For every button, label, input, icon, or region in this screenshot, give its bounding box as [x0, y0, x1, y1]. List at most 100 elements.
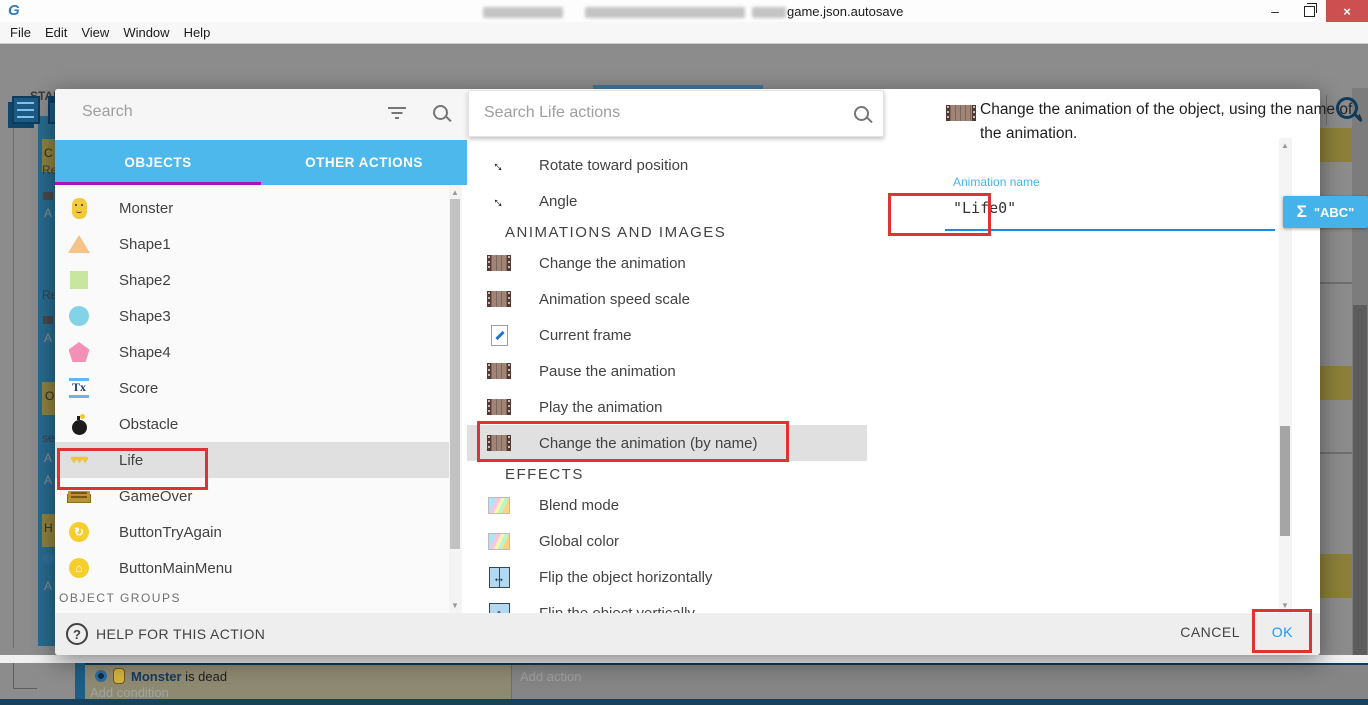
action-label: Play the animation	[539, 399, 662, 416]
event-actions-cell[interactable]: Add action	[511, 665, 1368, 699]
expression-editor-button[interactable]: Σ "ABC"	[1283, 196, 1368, 228]
event-conditions-cell[interactable]: Monster is dead Add condition	[85, 665, 511, 699]
action-icon	[487, 323, 511, 347]
film-icon	[487, 291, 511, 307]
help-for-this-action-button[interactable]: ? HELP FOR THIS ACTION	[66, 623, 265, 645]
film-icon	[487, 399, 511, 415]
object-list-item[interactable]: Shape3	[55, 298, 449, 334]
filter-icon[interactable]	[388, 107, 406, 121]
scrollbar-thumb[interactable]	[450, 199, 460, 549]
tab-other-actions[interactable]: OTHER ACTIONS	[261, 140, 467, 185]
fliph-icon: ↔	[489, 567, 510, 588]
animation-name-input[interactable]: "Life0"	[953, 199, 1016, 217]
instruction-editor-dialog: OBJECTS OTHER ACTIONS Monster Shape1 Sha…	[55, 89, 1320, 655]
object-list-item[interactable]: Obstacle	[55, 406, 449, 442]
background-fragment	[43, 316, 53, 324]
object-search-input[interactable]	[80, 102, 384, 122]
action-list-item[interactable]: ↔ Flip the object horizontally	[467, 559, 867, 595]
action-list-item[interactable]: Pause the animation	[467, 353, 867, 389]
object-icon: ♥♥♥	[67, 448, 91, 472]
action-search-input[interactable]	[482, 103, 816, 123]
dialog-footer: ? HELP FOR THIS ACTION CANCEL OK	[55, 613, 1320, 655]
action-list-item[interactable]: Current frame	[467, 317, 867, 353]
object-list-item[interactable]: ♥♥♥ Life	[55, 442, 449, 478]
action-icon	[487, 395, 511, 419]
search-icon[interactable]	[854, 106, 869, 121]
add-condition-link[interactable]: Add condition	[90, 685, 169, 700]
object-icon	[67, 196, 91, 220]
rainbow-icon	[488, 533, 510, 550]
diag-icon: ↔	[488, 154, 511, 177]
menu-item[interactable]: Help	[184, 25, 211, 40]
object-list-item[interactable]: GameOver	[55, 478, 449, 514]
action-selector-column: ↔ Rotate toward position ↔ Angle ANIMATI…	[467, 89, 885, 613]
action-label: ANIMATIONS AND IMAGES	[505, 224, 726, 241]
object-icon	[67, 232, 91, 256]
action-list-item[interactable]: ↔ Angle	[467, 183, 867, 219]
triangle-icon	[68, 235, 90, 253]
close-button[interactable]: ×	[1326, 0, 1368, 22]
action-list-item[interactable]: ↔ Rotate toward position	[467, 147, 867, 183]
action-icon	[487, 359, 511, 383]
object-label: Obstacle	[119, 416, 178, 433]
action-list-item[interactable]: Blend mode	[467, 487, 867, 523]
object-list-item[interactable]: Tx Score	[55, 370, 449, 406]
object-label: Score	[119, 380, 158, 397]
search-icon[interactable]	[433, 105, 448, 120]
cancel-button[interactable]: CANCEL	[1180, 624, 1240, 640]
tab-objects[interactable]: OBJECTS	[55, 140, 261, 185]
home-icon: ⌂	[69, 558, 89, 578]
object-label: ButtonMainMenu	[119, 560, 232, 577]
action-label: Global color	[539, 533, 619, 550]
add-action-link[interactable]: Add action	[520, 669, 581, 684]
object-label: Monster	[119, 200, 173, 217]
object-label: Life	[119, 452, 143, 469]
action-list-item: EFFECTS	[467, 461, 867, 487]
flipv-icon: ↕	[489, 603, 510, 614]
action-icon	[487, 529, 511, 553]
background-fragment	[43, 192, 53, 200]
banner-icon	[68, 491, 90, 502]
action-list-item[interactable]: Global color	[467, 523, 867, 559]
object-list-item[interactable]: ↻ ButtonTryAgain	[55, 514, 449, 550]
action-label: Flip the object horizontally	[539, 569, 712, 586]
circle-icon	[69, 306, 89, 326]
action-list-item[interactable]: Change the animation	[467, 245, 867, 281]
object-list-item[interactable]: Monster	[55, 190, 449, 226]
action-icon	[487, 287, 511, 311]
frame-icon	[491, 325, 508, 346]
object-list-item[interactable]: Shape2	[55, 262, 449, 298]
object-list-scrollbar[interactable]: ▲ ▼	[449, 185, 462, 613]
action-list-item[interactable]: ↕ Flip the object vertically	[467, 595, 867, 613]
object-list-item[interactable]: ⌂ ButtonMainMenu	[55, 550, 449, 586]
action-icon	[487, 431, 511, 455]
action-list-item[interactable]: Animation speed scale	[467, 281, 867, 317]
object-list-item[interactable]: Shape1	[55, 226, 449, 262]
menu-item[interactable]: Edit	[45, 25, 67, 40]
background-fragment	[1320, 366, 1352, 400]
object-groups-header: OBJECT GROUPS	[55, 586, 449, 610]
action-icon: ↔	[487, 189, 511, 213]
ok-button[interactable]: OK	[1272, 624, 1293, 640]
scroll-up-icon[interactable]: ▲	[451, 188, 459, 197]
events-sheet-icon[interactable]	[12, 96, 40, 124]
action-label: Rotate toward position	[539, 157, 688, 174]
restore-button[interactable]	[1292, 0, 1326, 22]
action-list-item[interactable]: Play the animation	[467, 389, 867, 425]
menu-item[interactable]: View	[81, 25, 109, 40]
background-fragment	[13, 688, 37, 689]
object-icon	[67, 484, 91, 508]
action-label: Blend mode	[539, 497, 619, 514]
condition-object-name: Monster	[131, 669, 182, 684]
object-list-item[interactable]: Shape4	[55, 334, 449, 370]
minimize-button[interactable]: –	[1258, 0, 1292, 22]
scroll-down-icon[interactable]: ▼	[451, 601, 459, 610]
object-label: Shape2	[119, 272, 171, 289]
event-row[interactable]: Monster is dead Add condition Add action	[85, 663, 1368, 699]
action-list-item[interactable]: Change the animation (by name)	[467, 425, 867, 461]
menu-item[interactable]: Window	[123, 25, 169, 40]
menu-item[interactable]: File	[10, 25, 31, 40]
retry-icon: ↻	[69, 522, 89, 542]
action-search-bar	[468, 90, 884, 137]
action-list-item: ANIMATIONS AND IMAGES	[467, 219, 867, 245]
